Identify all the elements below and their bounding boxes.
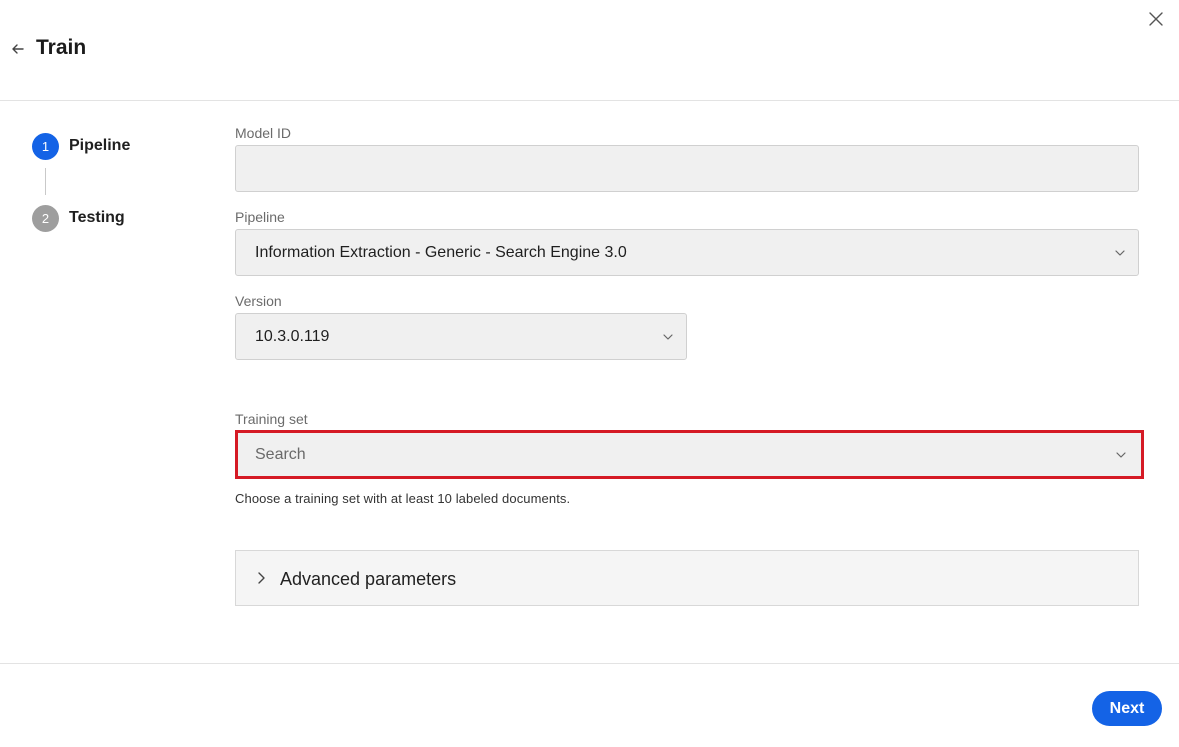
footer-divider: [0, 663, 1179, 664]
chevron-down-icon: [1115, 250, 1125, 256]
close-icon: [1149, 12, 1163, 26]
page-title: Train: [36, 36, 87, 59]
step-connector: [45, 168, 46, 195]
model-id-input[interactable]: [235, 145, 1139, 192]
training-set-search[interactable]: Search: [235, 430, 1144, 479]
chevron-down-icon: [663, 334, 673, 340]
step-testing[interactable]: 2 Testing: [32, 204, 125, 232]
step-label: Pipeline: [69, 137, 131, 154]
version-label: Version: [235, 293, 282, 309]
training-set-helper: Choose a training set with at least 10 l…: [235, 491, 571, 506]
step-pipeline[interactable]: 1 Pipeline: [32, 132, 130, 160]
pipeline-select[interactable]: Information Extraction - Generic - Searc…: [235, 229, 1139, 276]
step-label: Testing: [69, 209, 125, 226]
back-button[interactable]: [10, 40, 26, 58]
advanced-parameters-label: Advanced parameters: [280, 569, 457, 589]
step-number: 1: [32, 132, 59, 160]
step-number: 2: [32, 204, 59, 232]
next-button[interactable]: Next: [1092, 691, 1162, 726]
chevron-right-icon: [258, 572, 265, 584]
version-select[interactable]: 10.3.0.119: [235, 313, 687, 360]
close-button[interactable]: [1147, 10, 1165, 28]
advanced-parameters-toggle[interactable]: Advanced parameters: [235, 550, 1139, 606]
pipeline-label: Pipeline: [235, 209, 285, 225]
training-set-placeholder: Search: [255, 446, 306, 463]
model-id-label: Model ID: [235, 125, 292, 141]
chevron-down-icon: [1116, 452, 1126, 458]
pipeline-value: Information Extraction - Generic - Searc…: [255, 244, 627, 261]
arrow-left-icon: [12, 44, 24, 54]
dialog-header: Train: [0, 0, 1179, 101]
version-value: 10.3.0.119: [255, 328, 330, 345]
training-set-label: Training set: [235, 411, 308, 427]
